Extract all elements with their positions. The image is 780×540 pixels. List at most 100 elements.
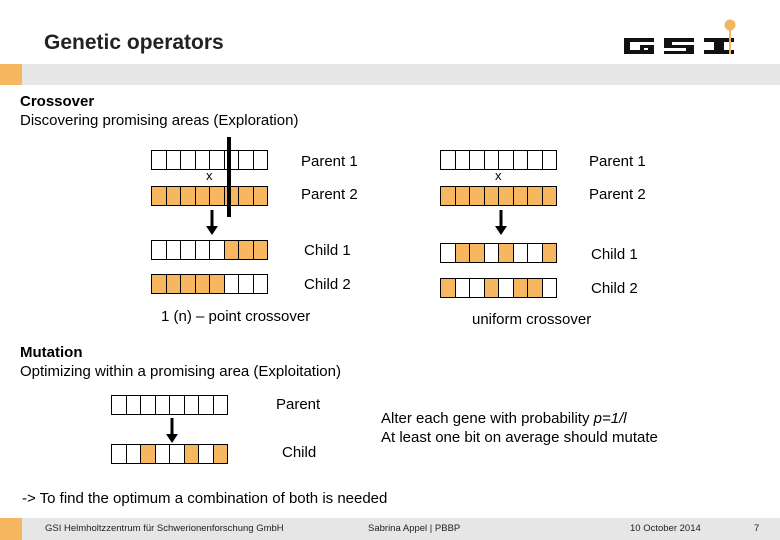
chromosome-parent-1 — [440, 150, 557, 170]
gene-cell — [154, 395, 170, 415]
gene-cell — [212, 395, 228, 415]
gene-cell — [165, 150, 181, 170]
gene-cell — [512, 186, 528, 206]
gene-cell — [209, 274, 225, 294]
gene-cell — [541, 186, 557, 206]
gene-cell — [238, 150, 254, 170]
footer-date: 10 October 2014 — [630, 523, 701, 534]
gene-cell — [140, 444, 156, 464]
one-point-caption: 1 (n) – point crossover — [161, 308, 311, 325]
gene-cell — [180, 240, 196, 260]
gene-cell — [183, 395, 199, 415]
gene-cell — [140, 395, 156, 415]
gene-cell — [165, 274, 181, 294]
gene-cell — [483, 186, 499, 206]
gene-cell — [527, 186, 543, 206]
gene-cell — [151, 240, 167, 260]
down-arrow-icon — [206, 210, 218, 235]
gene-cell — [440, 150, 456, 170]
gene-cell — [454, 186, 470, 206]
gene-cell — [527, 150, 543, 170]
crossover-point-mark: x — [495, 168, 502, 183]
gene-cell — [252, 150, 268, 170]
label-child-1: Child 1 — [591, 246, 638, 263]
gene-cell — [111, 444, 127, 464]
gene-cell — [209, 240, 225, 260]
label-child: Child — [282, 444, 317, 461]
header-band — [0, 64, 780, 85]
gene-cell — [125, 395, 141, 415]
mutation-note-prefix: Alter each gene with probability — [381, 410, 594, 427]
label-parent-1: Parent 1 — [301, 153, 358, 170]
gene-cell — [454, 243, 470, 263]
gene-cell — [180, 186, 196, 206]
footer-page-number: 7 — [754, 523, 760, 534]
gene-cell — [223, 150, 239, 170]
gene-cell — [151, 186, 167, 206]
logo-dot — [724, 19, 736, 31]
footer-accent — [0, 518, 22, 540]
chromosome-child-2 — [440, 278, 557, 298]
conclusion-text: -> To find the optimum a combination of … — [22, 490, 388, 507]
gene-cell — [469, 150, 485, 170]
mutation-probability-formula: p=1/l — [593, 410, 627, 427]
gene-cell — [165, 186, 181, 206]
gene-cell — [183, 444, 199, 464]
gene-cell — [223, 274, 239, 294]
gene-cell — [198, 395, 214, 415]
chromosome-child-1 — [151, 240, 268, 260]
gene-cell — [209, 150, 225, 170]
gene-cell — [111, 395, 127, 415]
gene-cell — [198, 444, 214, 464]
gene-cell — [512, 150, 528, 170]
gene-cell — [238, 186, 254, 206]
uniform-caption: uniform crossover — [472, 311, 592, 328]
gene-cell — [498, 186, 514, 206]
gene-cell — [212, 444, 228, 464]
gene-cell — [469, 243, 485, 263]
gene-cell — [469, 186, 485, 206]
label-parent-1: Parent 1 — [589, 153, 646, 170]
gene-cell — [125, 444, 141, 464]
gene-cell — [252, 240, 268, 260]
gene-cell — [151, 274, 167, 294]
gene-cell — [541, 243, 557, 263]
crossover-cut-line — [227, 137, 231, 217]
gene-cell — [512, 243, 528, 263]
gene-cell — [252, 274, 268, 294]
gene-cell — [440, 278, 456, 298]
gene-cell — [165, 240, 181, 260]
chromosome-child-2 — [151, 274, 268, 294]
gene-cell — [512, 278, 528, 298]
crossover-subheading: Discovering promising areas (Exploration… — [20, 112, 299, 129]
footer-author: Sabrina Appel | PBBP — [368, 523, 461, 534]
chromosome-parent — [111, 395, 228, 415]
label-child-2: Child 2 — [591, 280, 638, 297]
mutation-note-line-2: At least one bit on average should mutat… — [381, 429, 658, 446]
chromosome-parent-2 — [440, 186, 557, 206]
gene-cell — [440, 186, 456, 206]
chromosome-parent-2 — [151, 186, 268, 206]
gene-cell — [483, 243, 499, 263]
footer-organization: GSI Helmholtzzentrum für Schwerionenfors… — [45, 523, 284, 534]
mutation-note-line-1: Alter each gene with probability p=1/l — [381, 410, 627, 427]
gene-cell — [238, 240, 254, 260]
gene-cell — [483, 278, 499, 298]
gene-cell — [154, 444, 170, 464]
gene-cell — [527, 243, 543, 263]
label-child-1: Child 1 — [304, 242, 351, 259]
down-arrow-icon — [495, 210, 507, 235]
chromosome-child-1 — [440, 243, 557, 263]
label-child-2: Child 2 — [304, 276, 351, 293]
gene-cell — [169, 444, 185, 464]
chromosome-child — [111, 444, 228, 464]
gene-cell — [180, 274, 196, 294]
gene-cell — [194, 274, 210, 294]
slide-title: Genetic operators — [44, 31, 224, 54]
gene-cell — [541, 150, 557, 170]
gene-cell — [194, 150, 210, 170]
gene-cell — [440, 243, 456, 263]
gene-cell — [223, 240, 239, 260]
gene-cell — [498, 278, 514, 298]
gene-cell — [498, 243, 514, 263]
